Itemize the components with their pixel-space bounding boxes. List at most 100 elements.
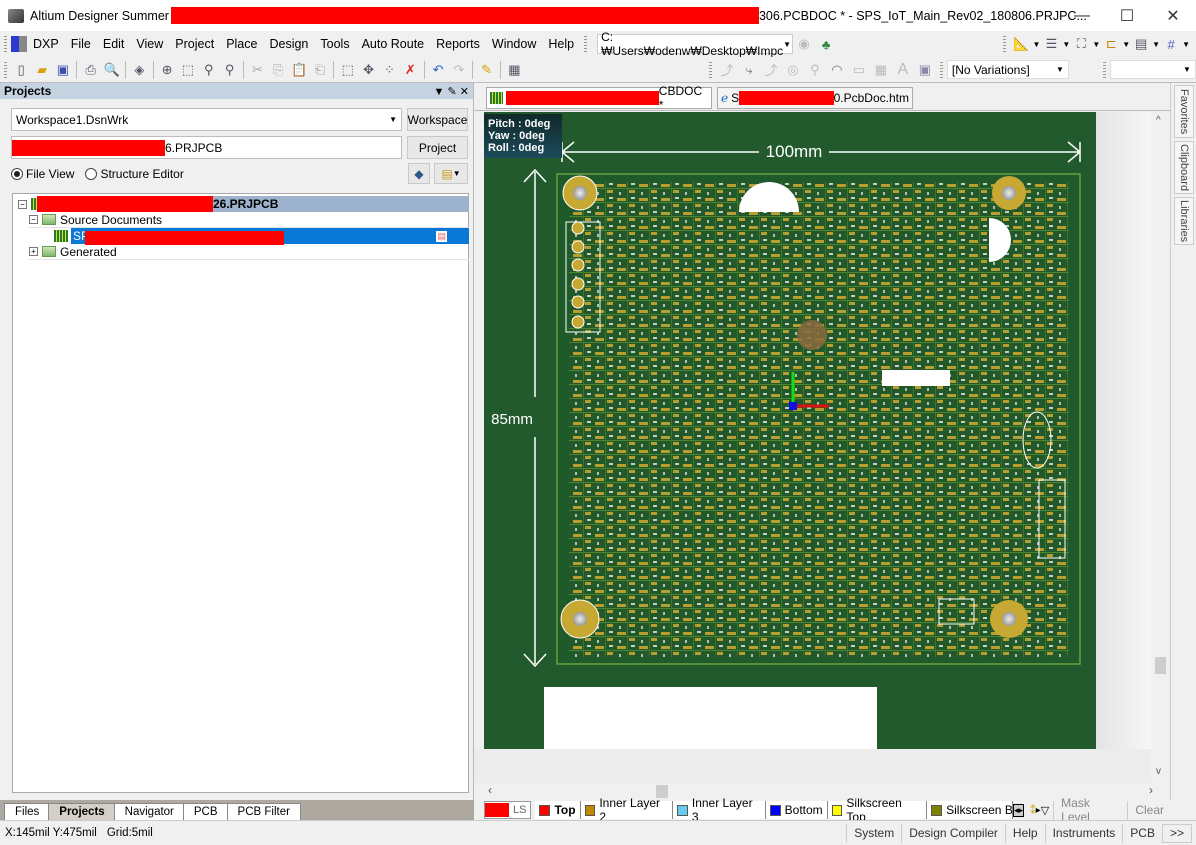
collapse-icon[interactable]: − xyxy=(18,199,27,209)
interactive-route-icon[interactable]: ⤴ xyxy=(718,61,736,79)
fill-icon[interactable]: ▭ xyxy=(850,61,868,79)
tree-pcb-document-row[interactable]: SP ▤ xyxy=(54,228,469,245)
pin-icon[interactable]: ✎ xyxy=(448,86,457,98)
scroll-right-icon[interactable]: › xyxy=(1149,783,1153,797)
project-field[interactable]: 6.PRJPCB xyxy=(11,136,402,159)
tree-navigate-icon[interactable]: ♣ xyxy=(817,35,835,53)
toolbar-grip[interactable] xyxy=(1102,61,1106,78)
structure-editor-radio[interactable] xyxy=(85,168,98,180)
ruler-pencil-icon[interactable]: 📐 xyxy=(1012,35,1030,53)
multi-route-icon[interactable]: ⤴ xyxy=(762,61,780,79)
menu-design[interactable]: Design xyxy=(263,37,314,51)
string-icon[interactable]: A xyxy=(894,61,912,79)
menu-tools[interactable]: Tools xyxy=(314,37,355,51)
tab-favorites[interactable]: Favorites xyxy=(1174,85,1194,138)
copy-icon[interactable]: ⎘ xyxy=(270,61,287,79)
layer-tab-inner-layer-2[interactable]: Inner Layer 2 xyxy=(580,796,674,824)
menu-view[interactable]: View xyxy=(130,37,169,51)
undo-icon[interactable]: ↶ xyxy=(430,61,447,79)
workspace-button[interactable]: Workspace xyxy=(407,108,468,131)
tab-pcb-document[interactable]: CBDOC * xyxy=(486,84,712,112)
status-more-button[interactable]: >> xyxy=(1161,823,1192,843)
scroll-up-icon[interactable]: ^ xyxy=(1156,115,1161,126)
align-icon[interactable]: ☰ xyxy=(1042,35,1060,53)
filter-icon[interactable]: ▽ xyxy=(1041,804,1049,817)
zoom-area-icon[interactable]: ⬚ xyxy=(180,61,197,79)
zoom-fit-icon[interactable]: ⊕ xyxy=(159,61,176,79)
open-folder-icon[interactable]: ▰ xyxy=(34,61,51,79)
vertical-scrollbar[interactable]: ^ v xyxy=(1151,112,1170,783)
print-icon[interactable]: ⎙ xyxy=(82,61,99,79)
compile-button[interactable]: ◆ xyxy=(408,163,430,184)
tab-report-document[interactable]: ℯ S 0.PcbDoc.htm xyxy=(717,87,913,109)
new-document-icon[interactable]: ▯ xyxy=(13,61,30,79)
project-options-button[interactable]: ▤ ▼ xyxy=(434,163,468,184)
save-icon[interactable]: ▣ xyxy=(55,61,72,79)
tab-files[interactable]: Files xyxy=(4,803,51,820)
status-instruments-button[interactable]: Instruments xyxy=(1044,823,1123,843)
tree-source-documents-row[interactable]: − Source Documents xyxy=(29,212,469,228)
menu-window[interactable]: Window xyxy=(486,37,542,51)
menu-edit[interactable]: Edit xyxy=(97,37,131,51)
mask-level-button[interactable]: Mask Level xyxy=(1053,796,1128,824)
layer-tab-silkscreen-bottom[interactable]: Silkscreen Bott xyxy=(927,801,1014,819)
open-device-icon[interactable]: ◈ xyxy=(131,61,148,79)
tab-projects[interactable]: Projects xyxy=(48,803,116,820)
close-button[interactable]: ✕ xyxy=(1150,0,1196,31)
polygon-icon[interactable]: ▦ xyxy=(872,61,890,79)
find-binoculars-icon[interactable]: ⛶ xyxy=(1072,35,1090,53)
status-system-button[interactable]: System xyxy=(846,823,901,843)
component-icon[interactable]: ▣ xyxy=(916,61,934,79)
vertical-scroll-thumb[interactable] xyxy=(1155,657,1166,674)
tab-pcb[interactable]: PCB xyxy=(182,803,229,820)
browse-components-icon[interactable]: ▦ xyxy=(506,61,523,79)
project-button[interactable]: Project xyxy=(407,136,468,159)
scroll-left-icon[interactable]: ‹ xyxy=(488,783,492,797)
pad-icon[interactable]: ⚲ xyxy=(806,61,824,79)
tab-clipboard[interactable]: Clipboard xyxy=(1174,141,1194,194)
redo-icon[interactable]: ↷ xyxy=(450,61,467,79)
panel-menu-icon[interactable]: ▼ xyxy=(434,86,445,98)
file-view-radio[interactable] xyxy=(11,168,23,180)
zoom-filter-icon[interactable]: ⚲ xyxy=(221,61,238,79)
layer-tab-inner-layer-3[interactable]: Inner Layer 3 xyxy=(673,796,766,824)
zoom-selected-icon[interactable]: ⚲ xyxy=(200,61,217,79)
layer-scroll-arrows[interactable]: ◂▸ xyxy=(1013,803,1025,817)
workspace-combo[interactable]: Workspace1.DsnWrk ▼ xyxy=(11,108,402,131)
dimension-icon[interactable]: ⊏ xyxy=(1102,35,1120,53)
maximize-button[interactable]: ☐ xyxy=(1104,0,1150,31)
toolbar-grip[interactable] xyxy=(1003,36,1007,52)
variations-combo[interactable]: [No Variations] ▼ xyxy=(946,60,1069,79)
via-icon[interactable]: ◎ xyxy=(784,61,802,79)
tab-pcb-filter[interactable]: PCB Filter xyxy=(226,803,301,820)
tab-navigator[interactable]: Navigator xyxy=(113,803,185,820)
rubber-stamp-icon[interactable]: ⎗ xyxy=(312,61,329,79)
cut-icon[interactable]: ✂ xyxy=(249,61,266,79)
menu-help[interactable]: Help xyxy=(542,37,580,51)
layer-set-button[interactable]: LS xyxy=(484,801,532,819)
scroll-down-icon[interactable]: v xyxy=(1156,766,1161,777)
arc-icon[interactable]: ◠ xyxy=(828,61,846,79)
toolbar-grip[interactable] xyxy=(939,61,943,78)
room-icon[interactable]: ▤ xyxy=(1132,35,1150,53)
layer-tab-silkscreen-top[interactable]: Silkscreen Top xyxy=(827,796,928,824)
toolbar-grip[interactable] xyxy=(4,61,7,78)
menu-project[interactable]: Project xyxy=(169,37,220,51)
tab-libraries[interactable]: Libraries xyxy=(1174,197,1194,245)
status-help-button[interactable]: Help xyxy=(1004,823,1045,843)
expand-icon[interactable]: + xyxy=(29,247,38,256)
clear-button[interactable]: Clear xyxy=(1127,800,1171,820)
menu-auto-route[interactable]: Auto Route xyxy=(356,37,431,51)
panel-close-icon[interactable]: ✕ xyxy=(460,86,469,98)
toolbar-grip[interactable] xyxy=(4,36,7,52)
structure-editor-label[interactable]: Structure Editor xyxy=(100,167,183,181)
diff-pair-route-icon[interactable]: ⤷ xyxy=(740,61,758,79)
path-combo[interactable]: C:₩Users₩odenw₩Desktop₩Impc ▼ xyxy=(597,30,794,58)
toolbar-grip[interactable] xyxy=(708,61,712,78)
print-preview-icon[interactable]: 🔍 xyxy=(103,61,120,79)
secondary-combo[interactable]: ▼ xyxy=(1109,60,1196,79)
deselect-icon[interactable]: ⁘ xyxy=(381,61,398,79)
clear-filter-icon[interactable]: ✗ xyxy=(402,61,419,79)
menu-file[interactable]: File xyxy=(65,37,97,51)
tree-project-row[interactable]: − 26.PRJPCB xyxy=(18,196,469,212)
